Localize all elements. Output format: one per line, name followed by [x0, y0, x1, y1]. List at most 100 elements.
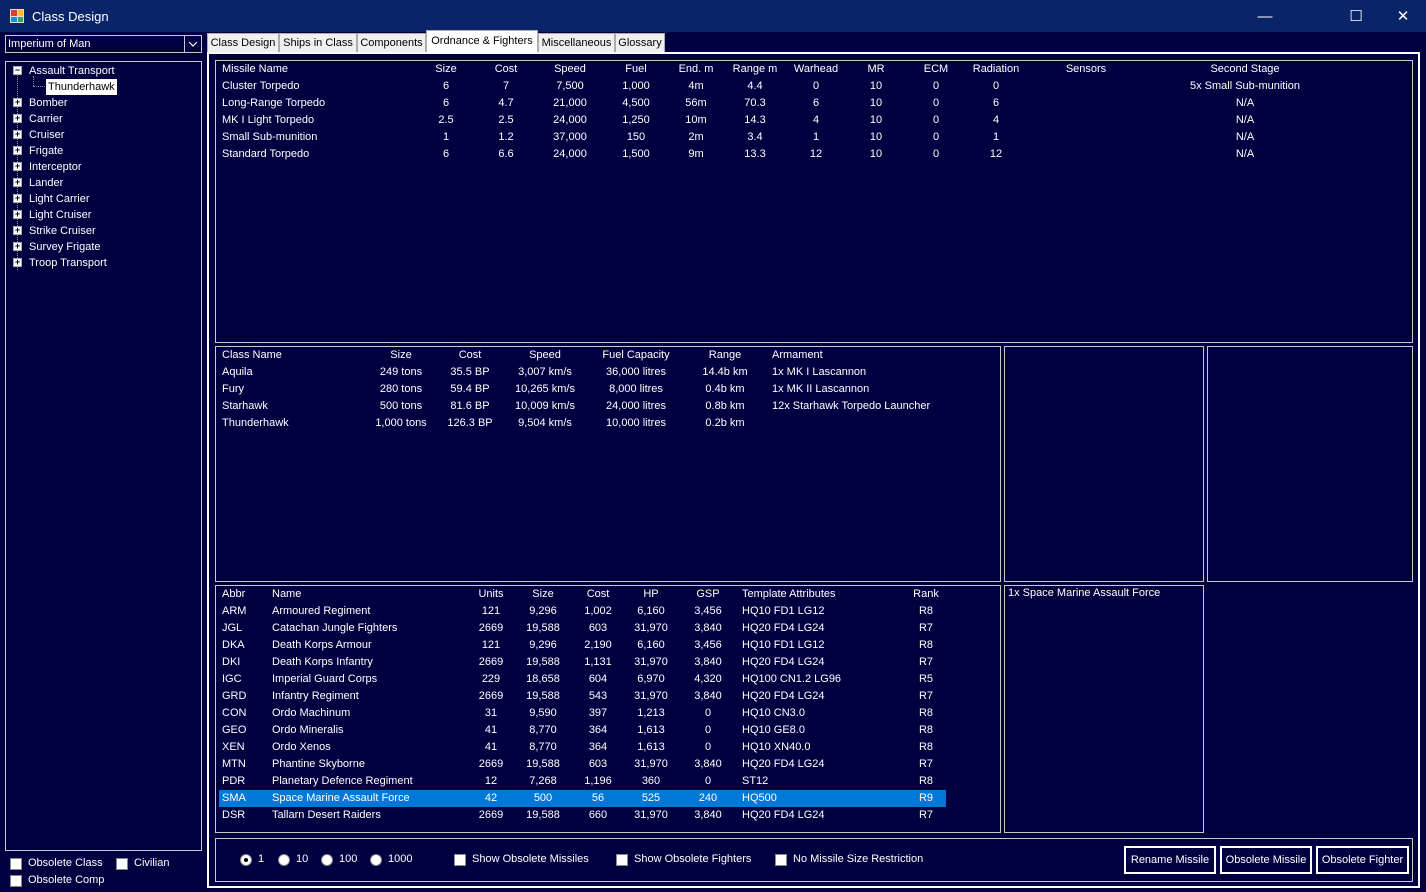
table-cell: CON — [222, 707, 247, 719]
obsolete-missile-button[interactable]: Obsolete Missile — [1220, 846, 1312, 874]
expand-icon[interactable]: + — [13, 178, 22, 187]
obsolete-class-label: Obsolete Class — [28, 857, 103, 869]
tab-ordnance-fighters[interactable]: Ordnance & Fighters — [426, 30, 538, 53]
expand-icon[interactable]: + — [13, 98, 22, 107]
table-cell: HQ100 CN1.2 LG96 — [742, 673, 842, 685]
expand-icon[interactable]: + — [13, 258, 22, 267]
obsolete-comp-checkbox[interactable] — [10, 875, 22, 887]
column-header[interactable]: Armament — [772, 347, 823, 364]
table-cell: 8,770 — [529, 724, 557, 736]
table-cell: 7,268 — [529, 775, 557, 787]
rename-missile-button[interactable]: Rename Missile — [1124, 846, 1216, 874]
expand-icon[interactable]: + — [13, 114, 22, 123]
column-header[interactable]: Name — [272, 586, 301, 603]
tree-item-carrier[interactable]: + Carrier — [6, 111, 196, 127]
race-dropdown[interactable]: Imperium of Man — [5, 35, 202, 53]
tree-item-light-cruiser[interactable]: + Light Cruiser — [6, 207, 196, 223]
table-cell: 31,970 — [634, 758, 668, 770]
tree-item-cruiser[interactable]: + Cruiser — [6, 127, 196, 143]
column-header[interactable]: GSP — [683, 586, 733, 603]
column-header[interactable]: Rank — [911, 586, 941, 603]
minimize-icon[interactable]: — — [1242, 0, 1288, 32]
tree-item-assault-transport[interactable]: − Assault Transport — [6, 63, 196, 79]
table-cell: 3,840 — [694, 758, 722, 770]
no-missile-size-restriction-checkbox[interactable] — [775, 854, 787, 866]
tree-item-frigate[interactable]: + Frigate — [6, 143, 196, 159]
expand-icon[interactable]: + — [13, 242, 22, 251]
column-header[interactable]: Radiation — [966, 61, 1026, 78]
show-obsolete-missiles-checkbox[interactable] — [454, 854, 466, 866]
expand-icon[interactable]: + — [13, 226, 22, 235]
civilian-checkbox[interactable] — [116, 858, 128, 870]
tab-components[interactable]: Components — [357, 33, 426, 52]
column-header[interactable]: Size — [513, 586, 573, 603]
tab-class-design[interactable]: Class Design — [207, 33, 279, 52]
column-header[interactable]: Abbr — [222, 586, 245, 603]
radio-1000[interactable] — [370, 854, 382, 866]
table-cell: 70.3 — [744, 97, 766, 109]
column-header[interactable]: End. m — [671, 61, 721, 78]
table-cell: 2,190 — [584, 639, 612, 651]
maximize-icon[interactable]: ☐ — [1333, 0, 1379, 32]
column-header[interactable]: Second Stage — [1145, 61, 1345, 78]
table-cell: Fury — [222, 383, 244, 395]
radio-10[interactable] — [278, 854, 290, 866]
class-tree[interactable]: − Assault Transport Thunderhawk + Bomber + Car… — [5, 61, 202, 851]
expand-icon[interactable]: + — [13, 146, 22, 155]
tree-item-label: Assault Transport — [29, 65, 115, 77]
table-cell: 3,456 — [694, 605, 722, 617]
tree-item-troop-transport[interactable]: + Troop Transport — [6, 255, 196, 271]
column-header[interactable]: Cost — [440, 347, 500, 364]
column-header[interactable]: Fuel — [606, 61, 666, 78]
column-header[interactable]: Units — [471, 586, 511, 603]
tree-item-light-carrier[interactable]: + Light Carrier — [6, 191, 196, 207]
column-header[interactable]: Cost — [486, 61, 526, 78]
table-cell: 360 — [641, 775, 661, 787]
column-header[interactable]: HP — [621, 586, 681, 603]
table-cell: 6 — [812, 97, 820, 109]
column-header[interactable]: Speed — [540, 61, 600, 78]
obsolete-fighter-button[interactable]: Obsolete Fighter — [1316, 846, 1409, 874]
table-cell: HQ10 CN3.0 — [742, 707, 805, 719]
tab-ships-in-class[interactable]: Ships in Class — [279, 33, 357, 52]
column-header[interactable]: Cost — [573, 586, 623, 603]
column-header[interactable]: Warhead — [786, 61, 846, 78]
column-header[interactable]: Range — [690, 347, 760, 364]
radio-1[interactable] — [240, 854, 252, 866]
column-header[interactable]: Size — [426, 61, 466, 78]
column-header[interactable]: Missile Name — [222, 61, 288, 78]
show-obsolete-fighters-checkbox[interactable] — [616, 854, 628, 866]
column-header[interactable]: ECM — [916, 61, 956, 78]
collapse-icon[interactable]: − — [13, 66, 22, 75]
close-icon[interactable]: ✕ — [1380, 0, 1426, 32]
table-cell: HQ10 GE8.0 — [742, 724, 805, 736]
chevron-down-icon[interactable] — [184, 36, 201, 52]
column-header[interactable]: Speed — [505, 347, 585, 364]
tab-miscellaneous[interactable]: Miscellaneous — [538, 33, 615, 52]
obsolete-class-checkbox[interactable] — [10, 858, 22, 870]
column-header[interactable]: MR — [856, 61, 896, 78]
expand-icon[interactable]: + — [13, 130, 22, 139]
column-header[interactable]: Sensors — [1056, 61, 1116, 78]
table-cell: 7,500 — [556, 80, 584, 92]
tree-item-label: Frigate — [29, 145, 64, 157]
tree-item-lander[interactable]: + Lander — [6, 175, 196, 191]
no-missile-size-restriction-label: No Missile Size Restriction — [793, 853, 924, 865]
column-header[interactable]: Size — [366, 347, 436, 364]
tree-item-interceptor[interactable]: + Interceptor — [6, 159, 196, 175]
tree-item-thunderhawk[interactable]: Thunderhawk — [6, 79, 196, 95]
expand-icon[interactable]: + — [13, 210, 22, 219]
tree-item-bomber[interactable]: + Bomber — [6, 95, 196, 111]
expand-icon[interactable]: + — [13, 162, 22, 171]
radio-100[interactable] — [321, 854, 333, 866]
tab-glossary[interactable]: Glossary — [615, 33, 665, 52]
column-header[interactable]: Template Attributes — [742, 586, 836, 603]
table-cell: HQ10 FD1 LG12 — [742, 639, 825, 651]
tree-item-strike-cruiser[interactable]: + Strike Cruiser — [6, 223, 196, 239]
table-cell: 19,588 — [526, 690, 560, 702]
expand-icon[interactable]: + — [13, 194, 22, 203]
tree-item-survey-frigate[interactable]: + Survey Frigate — [6, 239, 196, 255]
column-header[interactable]: Range m — [725, 61, 785, 78]
column-header[interactable]: Class Name — [222, 347, 282, 364]
column-header[interactable]: Fuel Capacity — [591, 347, 681, 364]
